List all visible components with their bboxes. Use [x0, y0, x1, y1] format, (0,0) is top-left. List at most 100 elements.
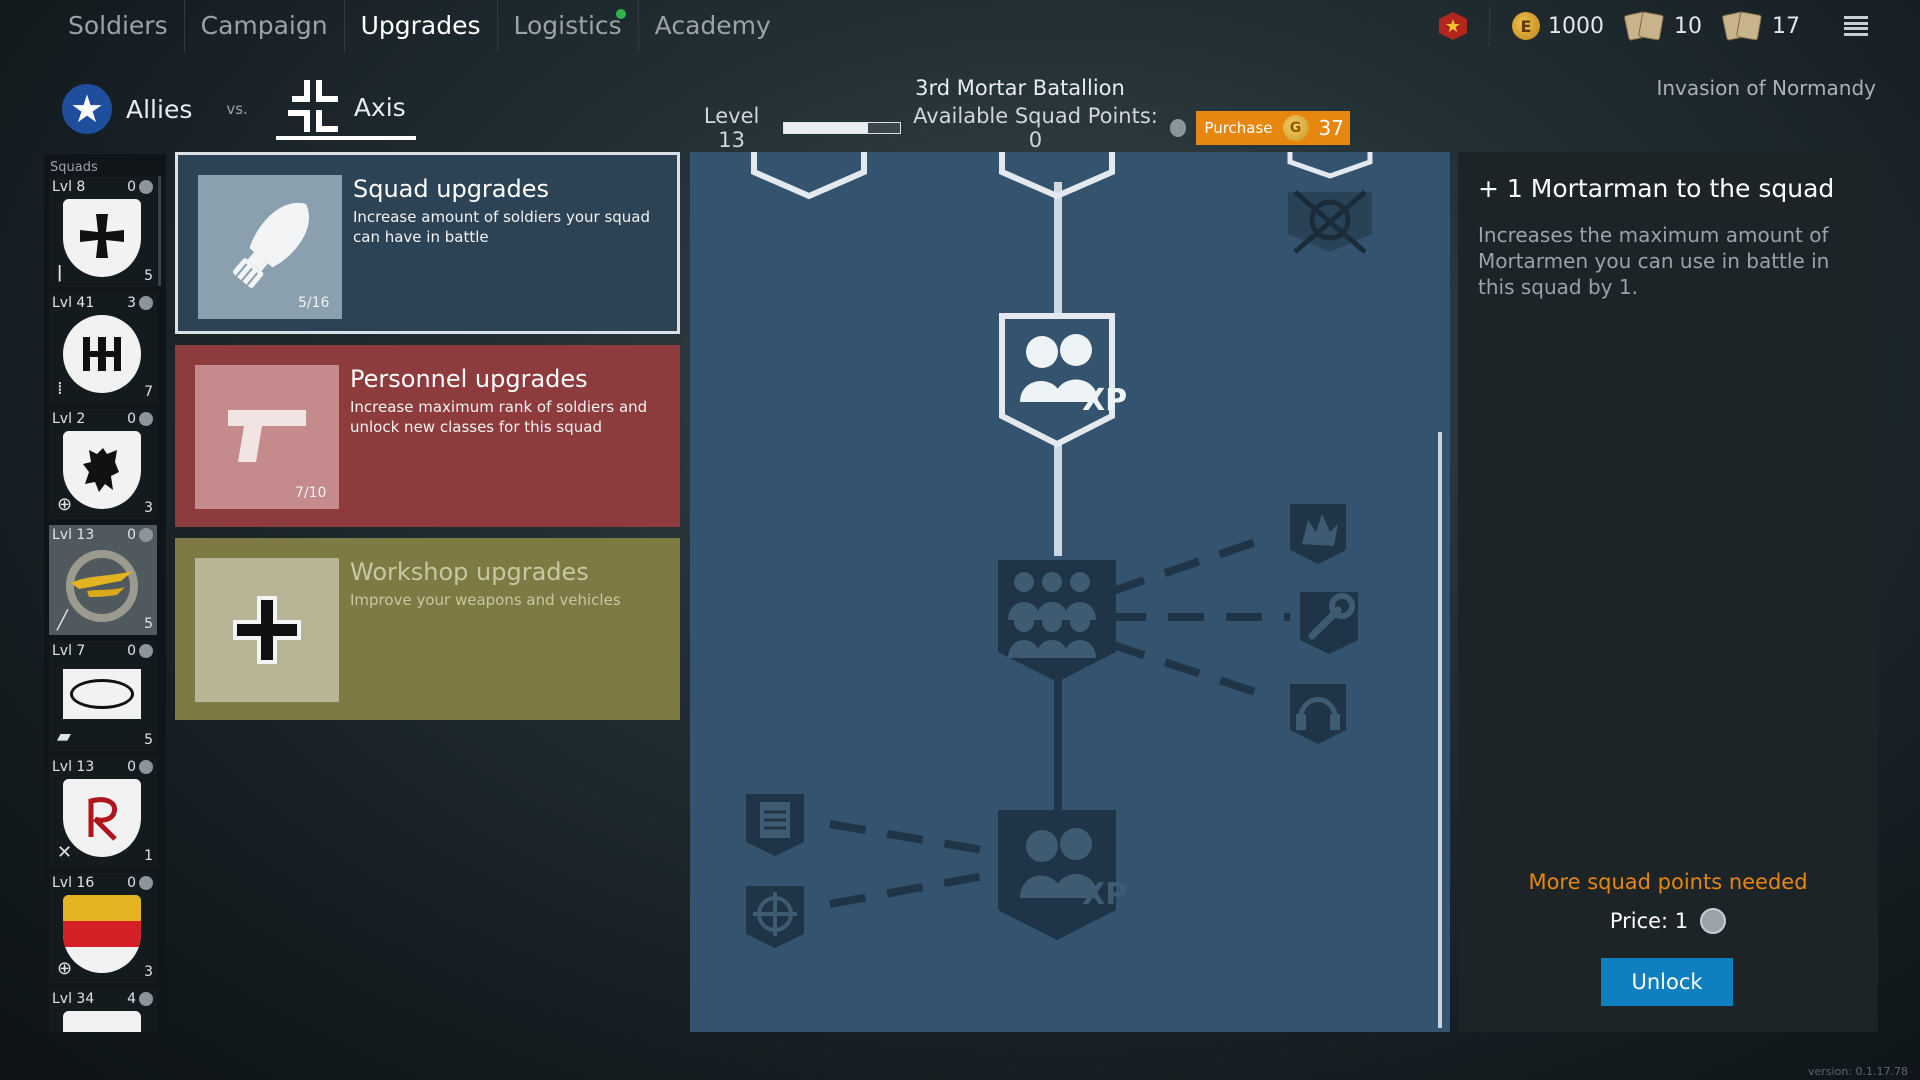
workshop-upgrades-title: Workshop upgrades	[350, 558, 589, 586]
squad-card-points: 4	[127, 991, 153, 1007]
soldier-cards-icon	[1721, 10, 1764, 42]
gold-resource[interactable]: E 1000	[1512, 12, 1604, 40]
squad-card[interactable]: Lvl 7 0 ▰ 5	[49, 641, 157, 751]
menu-icon[interactable]	[1844, 16, 1868, 36]
tank-class-icon: ▰	[57, 726, 71, 747]
tab-academy[interactable]: Academy	[639, 0, 787, 52]
mortar-class-icon: ╱	[57, 610, 68, 631]
personnel-upgrades-progress: 7/10	[295, 485, 327, 501]
purchase-value: 37	[1318, 116, 1344, 140]
tab-logistics[interactable]: Logistics	[498, 0, 639, 52]
rifle-class-icon: ǀ	[57, 262, 63, 283]
squad-card-selected[interactable]: Lvl 13 0 ╱ 5	[49, 525, 157, 635]
squad-card[interactable]: Lvl 8 0 ǀ 5	[49, 177, 157, 287]
squad-card[interactable]: Lvl 2 0 ⊕ 3	[49, 409, 157, 519]
squad-card[interactable]: Lvl 13 0 ✕ 1	[49, 757, 157, 867]
squad-card-level: Lvl 8	[52, 179, 86, 195]
squad-point-icon	[1169, 119, 1187, 137]
gold-coin-icon: E	[1512, 12, 1540, 40]
squad-card-count: 5	[144, 732, 153, 748]
squad-upgrades-progress: 5/16	[298, 295, 330, 311]
tab-soldiers[interactable]: Soldiers	[52, 0, 185, 52]
squad-card-level: Lvl 13	[52, 527, 95, 543]
squad-card[interactable]: Lvl 34 4	[49, 989, 157, 1032]
ammo-class-icon: ⁞	[57, 378, 63, 399]
upgrade-title: + 1 Mortarman to the squad	[1478, 174, 1835, 203]
gold-coin-icon: G	[1282, 115, 1309, 141]
gate-emblem-icon	[63, 315, 141, 393]
squad-info: 3rd Mortar Batallion Level 13 Available …	[690, 76, 1350, 152]
tab-logistics-label: Logistics	[513, 11, 622, 40]
rank-star-icon[interactable]: ★	[1439, 12, 1467, 40]
upgrade-node	[1287, 152, 1373, 179]
oval-emblem-icon	[63, 663, 141, 741]
balkenkreuz-icon	[195, 558, 339, 702]
squad-card[interactable]: Lvl 41 3 ⁞ 7	[49, 293, 157, 403]
squad-card-count: 5	[144, 616, 153, 632]
purchase-button[interactable]: Purchase G 37	[1196, 111, 1350, 145]
points-warning: More squad points needed	[1528, 870, 1808, 894]
unlock-button[interactable]: Unlock	[1601, 958, 1733, 1006]
squad-point-icon	[1700, 908, 1727, 934]
squad-card-count: 7	[144, 384, 153, 400]
squad-card-count: 1	[144, 848, 153, 864]
squad-card-points: 0	[127, 179, 153, 195]
squad-card-count: 3	[144, 964, 153, 980]
faction-axis[interactable]: Axis	[275, 78, 416, 140]
workshop-upgrades-desc: Improve your weapons and vehicles	[350, 591, 621, 609]
cards-a-amount: 10	[1674, 13, 1702, 39]
squad-card-count: 5	[144, 268, 153, 284]
resources-bar: ★ E 1000 10 17	[1439, 0, 1868, 52]
upgrade-tree-graphic: XP XP	[746, 152, 1373, 948]
squad-upgrades-title: Squad upgrades	[353, 175, 550, 203]
squad-card-points: 3	[127, 295, 153, 311]
squad-name: 3rd Mortar Batallion	[915, 76, 1125, 100]
upgrade-description: Increases the maximum amount of Mortarme…	[1478, 223, 1830, 299]
upgrade-tree[interactable]: XP XP	[690, 152, 1450, 1032]
tab-upgrades[interactable]: Upgrades	[345, 0, 498, 52]
squad-card-level: Lvl 34	[52, 991, 95, 1007]
cards-icon	[1623, 10, 1666, 42]
personnel-upgrades-desc: Increase maximum rank of soldiers and un…	[350, 398, 648, 436]
crosshair-class-icon: ⊕	[57, 958, 73, 979]
squad-upgrades-tile[interactable]: Squad upgrades Increase amount of soldie…	[175, 152, 680, 334]
cards-resource-a[interactable]: 10	[1623, 10, 1702, 42]
crosshair-class-icon: ⊕	[57, 494, 73, 515]
upgrade-node	[751, 152, 867, 200]
cards-b-amount: 17	[1772, 13, 1800, 39]
r-letter-emblem-icon	[63, 779, 141, 857]
tab-campaign[interactable]: Campaign	[185, 0, 345, 52]
cards-resource-b[interactable]: 17	[1721, 10, 1800, 42]
upgrade-detail-panel: + 1 Mortarman to the squad Increases the…	[1458, 152, 1878, 1032]
squad-card-level: Lvl 16	[52, 875, 95, 891]
squad-card-points: 0	[127, 875, 153, 891]
svg-text:XP: XP	[1082, 877, 1127, 912]
squad-upgrades-desc: Increase amount of soldiers your squad c…	[353, 208, 650, 246]
upgrade-price: Price: 1	[1458, 908, 1878, 934]
faction-allies[interactable]: ★ Allies	[52, 78, 202, 140]
svg-text:XP: XP	[1082, 383, 1127, 418]
tricolor-emblem-icon	[63, 895, 141, 973]
squads-scrollbar[interactable]	[158, 176, 161, 286]
emblem-icon	[63, 1011, 141, 1032]
squad-card-level: Lvl 13	[52, 759, 95, 775]
squad-card[interactable]: Lvl 16 0 ⊕ 3	[49, 873, 157, 983]
squad-points: Available Squad Points: 0	[913, 104, 1158, 152]
personnel-upgrades-title: Personnel upgrades	[350, 365, 588, 393]
tree-scrollbar[interactable]	[1438, 432, 1442, 1028]
squad-card-level: Lvl 41	[52, 295, 95, 311]
level-progress-bar	[783, 122, 902, 134]
squad-card-count: 3	[144, 500, 153, 516]
workshop-upgrades-tile[interactable]: Workshop upgrades Improve your weapons a…	[175, 538, 680, 720]
main-nav: Soldiers Campaign Upgrades Logistics Aca…	[52, 0, 787, 52]
squad-card-level: Lvl 7	[52, 643, 86, 659]
squad-level: Level 13	[703, 104, 760, 152]
allies-star-icon: ★	[62, 84, 112, 134]
level-progress-fill	[784, 123, 868, 133]
allies-label: Allies	[126, 94, 193, 124]
squads-title: Squads	[50, 160, 98, 175]
notification-dot	[615, 9, 626, 19]
personnel-upgrades-tile[interactable]: Personnel upgrades Increase maximum rank…	[175, 345, 680, 527]
price-label: Price: 1	[1609, 909, 1689, 933]
purchase-label: Purchase	[1204, 119, 1273, 137]
